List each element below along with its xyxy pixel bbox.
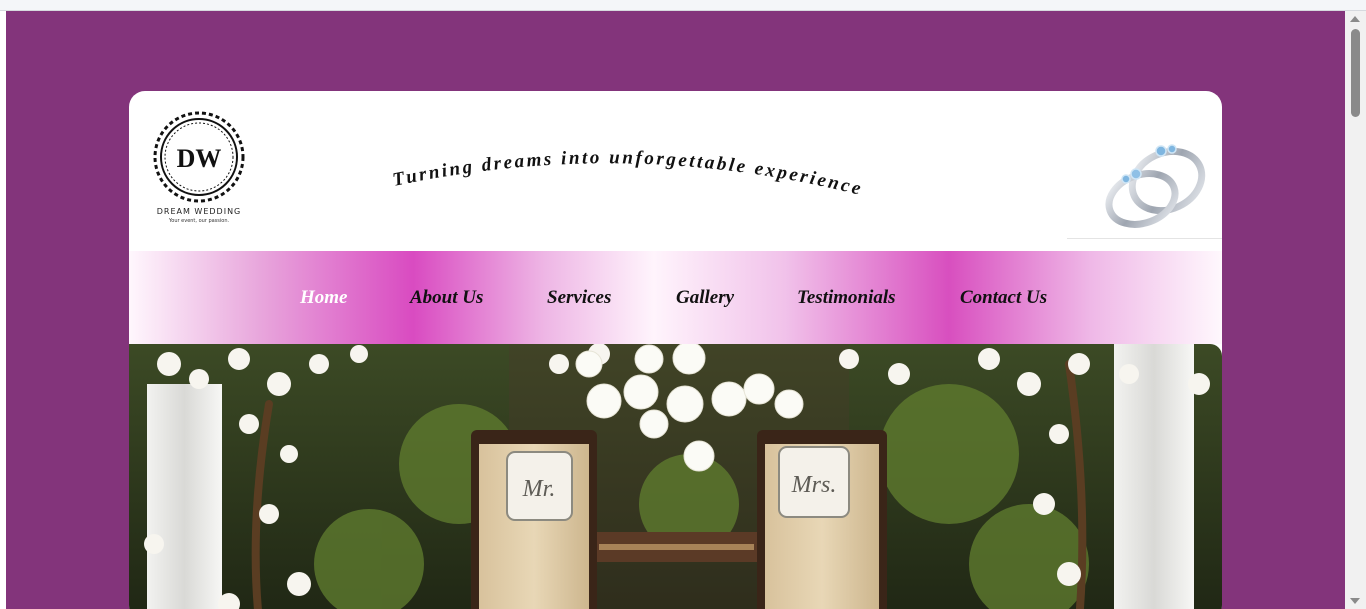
wedding-rings-icon xyxy=(1105,144,1206,228)
logo-initials: DW xyxy=(177,144,222,173)
nav-item-services[interactable]: Services xyxy=(547,287,611,309)
nav-item-about-us[interactable]: About Us xyxy=(410,287,483,309)
chair-sign-mr: Mr. xyxy=(522,476,556,502)
header-divider xyxy=(1067,238,1222,239)
tagline-text: Turning dreams into unforgettable experi… xyxy=(379,121,863,200)
scroll-thumb[interactable] xyxy=(1351,29,1360,117)
logo-emblem-icon: DW xyxy=(153,111,245,203)
nav-item-home[interactable]: Home xyxy=(300,287,348,309)
wedding-chairs-photo: Mr. Mrs. xyxy=(129,344,1222,609)
browser-top-strip xyxy=(0,0,1366,11)
scroll-up-arrow-icon[interactable] xyxy=(1350,16,1360,22)
main-nav: Home About Us Services Gallery Testimoni… xyxy=(129,251,1222,344)
hero-image: Mr. Mrs. xyxy=(129,344,1222,609)
header-tagline: Turning dreams into unforgettable experi… xyxy=(379,121,865,200)
nav-item-contact-us[interactable]: Contact Us xyxy=(960,287,1047,309)
vertical-scrollbar[interactable] xyxy=(1345,11,1366,609)
page-background: DW DREAM WEDDING Your event, our passion… xyxy=(6,11,1345,609)
chair-sign-mrs: Mrs. xyxy=(791,472,837,498)
logo-tagline: Your event, our passion. xyxy=(168,218,230,224)
nav-item-testimonials[interactable]: Testimonials xyxy=(797,287,896,309)
svg-text:Turning dreams into unforgetta: Turning dreams into unforgettable experi… xyxy=(379,121,865,200)
site-card: DW DREAM WEDDING Your event, our passion… xyxy=(129,91,1222,609)
site-header: DW DREAM WEDDING Your event, our passion… xyxy=(129,91,1222,251)
brand-logo[interactable]: DW DREAM WEDDING Your event, our passion… xyxy=(151,111,247,227)
scroll-down-arrow-icon[interactable] xyxy=(1350,598,1360,604)
nav-item-gallery[interactable]: Gallery xyxy=(676,287,734,309)
logo-name: DREAM WEDDING xyxy=(156,207,242,216)
